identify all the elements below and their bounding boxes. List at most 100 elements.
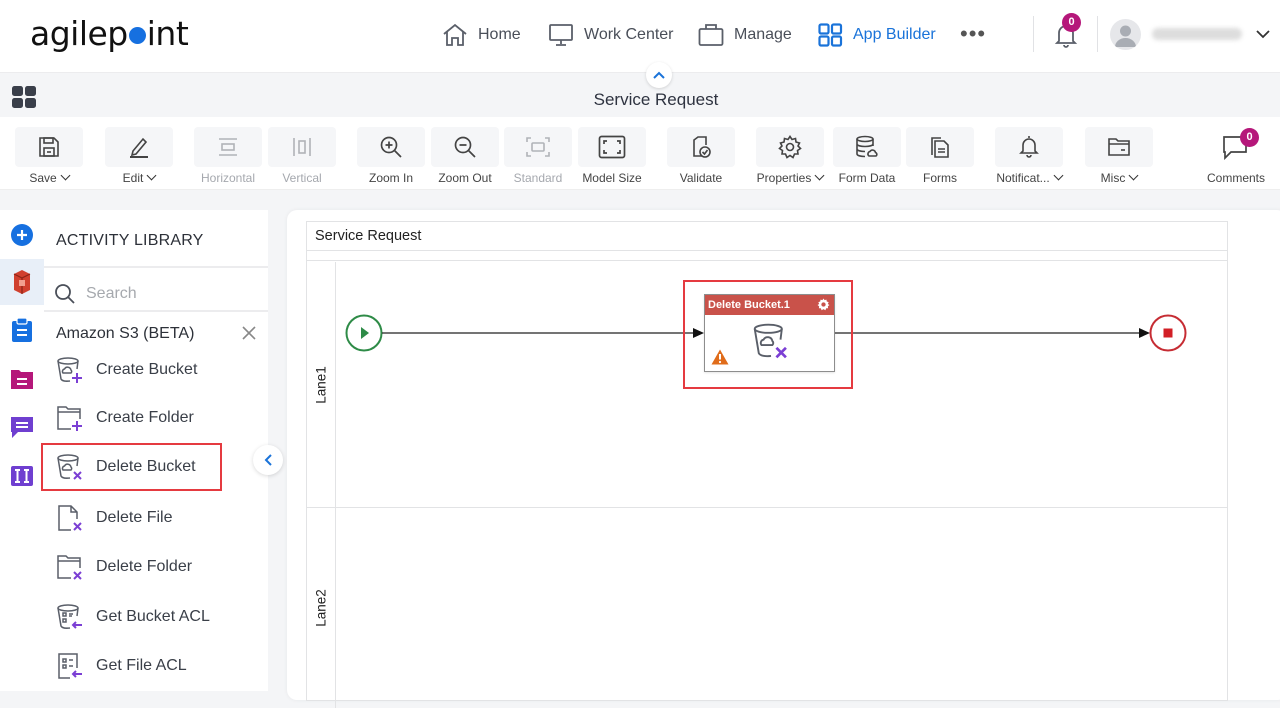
- library-search-input[interactable]: [86, 285, 246, 303]
- notifications-tool-button[interactable]: Notificat...: [995, 127, 1064, 185]
- toolbar: Save Edit Horizontal Vertical Zoom In Zo…: [0, 117, 1280, 190]
- monitor-icon: [549, 24, 573, 46]
- amazon-s3-icon: [13, 270, 31, 294]
- vertical-label: Vertical: [282, 171, 322, 185]
- nav-home[interactable]: Home: [442, 20, 521, 50]
- validate-label: Validate: [679, 171, 723, 185]
- agilepoint-logo[interactable]: agilep int: [30, 14, 189, 53]
- user-icon: [1115, 25, 1136, 47]
- zoom-in-label: Zoom In: [368, 171, 413, 185]
- model-size-button[interactable]: Model Size: [578, 127, 646, 185]
- logo-text-start: agilep: [30, 14, 128, 53]
- lane-1-label: Lane1: [313, 365, 329, 404]
- folder-doc-icon: [11, 370, 33, 389]
- form-data-button[interactable]: Form Data: [833, 127, 901, 185]
- collapse-header-button[interactable]: [646, 62, 672, 88]
- horizontal-button[interactable]: Horizontal: [194, 127, 262, 185]
- divider: [1097, 16, 1098, 52]
- edit-button[interactable]: Edit: [105, 127, 173, 185]
- text-field-icon: [11, 466, 33, 486]
- user-avatar[interactable]: [1110, 19, 1141, 50]
- forms-label: Forms: [923, 171, 957, 185]
- collapse-library-button[interactable]: [253, 445, 283, 475]
- library-item-delete-file[interactable]: Delete File: [44, 495, 222, 541]
- file-delete-icon: [58, 505, 82, 531]
- page-title: Service Request: [593, 90, 719, 109]
- library-item-get-file-acl[interactable]: Get File ACL: [44, 643, 222, 689]
- nav-manage[interactable]: Manage: [698, 20, 792, 50]
- rail-clipboard[interactable]: [0, 307, 44, 353]
- library-item-delete-bucket[interactable]: Delete Bucket: [41, 443, 222, 491]
- search-icon: [55, 284, 75, 304]
- validate-icon: [693, 136, 711, 158]
- library-item-label: Get File ACL: [96, 657, 187, 674]
- clipboard-icon: [12, 317, 32, 342]
- gear-icon: [778, 135, 802, 159]
- vertical-button[interactable]: Vertical: [268, 127, 336, 185]
- comments-button[interactable]: Comments: [1202, 127, 1270, 185]
- library-item-get-bucket-acl[interactable]: Get Bucket ACL: [44, 594, 222, 640]
- model-size-label: Model Size: [582, 171, 642, 185]
- misc-label: Misc: [1100, 171, 1126, 185]
- home-icon: [443, 23, 467, 46]
- horizontal-icon: [219, 138, 237, 156]
- activity-title: Delete Bucket.1: [708, 299, 790, 311]
- chevron-down-icon[interactable]: [1256, 30, 1270, 39]
- forms-icon: [931, 137, 949, 158]
- fit-icon: [598, 135, 626, 159]
- rail-add-button[interactable]: [0, 212, 44, 258]
- save-button[interactable]: Save: [15, 127, 83, 185]
- zoom-out-button[interactable]: Zoom Out: [431, 127, 499, 185]
- vertical-icon: [293, 138, 311, 156]
- rail-text-field[interactable]: [0, 453, 44, 499]
- gear-icon[interactable]: [817, 298, 830, 311]
- library-item-label: Delete File: [96, 509, 173, 526]
- library-item-label: Get Bucket ACL: [96, 608, 210, 625]
- activity-delete-bucket[interactable]: Delete Bucket.1: [704, 294, 835, 372]
- lane-1-header[interactable]: Lane1: [307, 262, 336, 507]
- top-navigation-bar: agilep int Home Work Center Manage App Bu…: [0, 0, 1280, 73]
- properties-button[interactable]: Properties: [756, 127, 825, 185]
- notifications-label: Notificat...: [996, 171, 1050, 185]
- chat-icon: [11, 417, 33, 438]
- save-icon: [39, 137, 59, 157]
- close-icon[interactable]: [242, 326, 256, 340]
- warning-icon[interactable]: [711, 349, 729, 365]
- pencil-icon: [130, 137, 148, 158]
- lane-2-header[interactable]: Lane2: [307, 508, 336, 708]
- rail-folder-doc[interactable]: [0, 356, 44, 402]
- logo-dot: [128, 27, 146, 44]
- forms-button[interactable]: Forms: [906, 127, 974, 185]
- divider: [44, 266, 268, 268]
- rail-chat[interactable]: [0, 404, 44, 450]
- library-item-label: Create Bucket: [96, 361, 198, 378]
- horizontal-label: Horizontal: [200, 171, 256, 185]
- library-item-delete-folder[interactable]: Delete Folder: [44, 544, 222, 590]
- activity-library-title: ACTIVITY LIBRARY: [56, 232, 204, 249]
- pool-title: Service Request: [307, 222, 1227, 251]
- validate-button[interactable]: Validate: [667, 127, 735, 185]
- rail-amazon-s3[interactable]: [0, 259, 44, 305]
- chevron-down-icon: [146, 170, 157, 181]
- bell-icon: [1019, 136, 1039, 158]
- zoom-out-icon: [454, 136, 476, 158]
- bucket-acl-icon: [57, 604, 82, 629]
- misc-button[interactable]: Misc: [1085, 127, 1153, 185]
- comments-count-badge: 0: [1240, 128, 1259, 147]
- add-icon: [11, 224, 33, 246]
- briefcase-icon: [698, 24, 724, 46]
- database-icon: [856, 135, 878, 158]
- lane-2[interactable]: Lane2: [307, 508, 1227, 708]
- pool-subheader: [307, 251, 1227, 261]
- more-menu-button[interactable]: •••: [960, 23, 986, 45]
- library-item-create-bucket[interactable]: Create Bucket: [44, 347, 222, 393]
- library-item-create-folder[interactable]: Create Folder: [44, 395, 222, 441]
- user-name-blurred[interactable]: [1152, 28, 1242, 40]
- nav-app-builder[interactable]: App Builder: [818, 20, 936, 50]
- chevron-down-icon: [1053, 170, 1064, 181]
- zoom-in-button[interactable]: Zoom In: [357, 127, 425, 185]
- nav-work-center[interactable]: Work Center: [548, 20, 674, 50]
- standard-button[interactable]: Standard: [504, 127, 572, 185]
- divider: [44, 310, 268, 312]
- lane-2-label: Lane2: [313, 589, 329, 627]
